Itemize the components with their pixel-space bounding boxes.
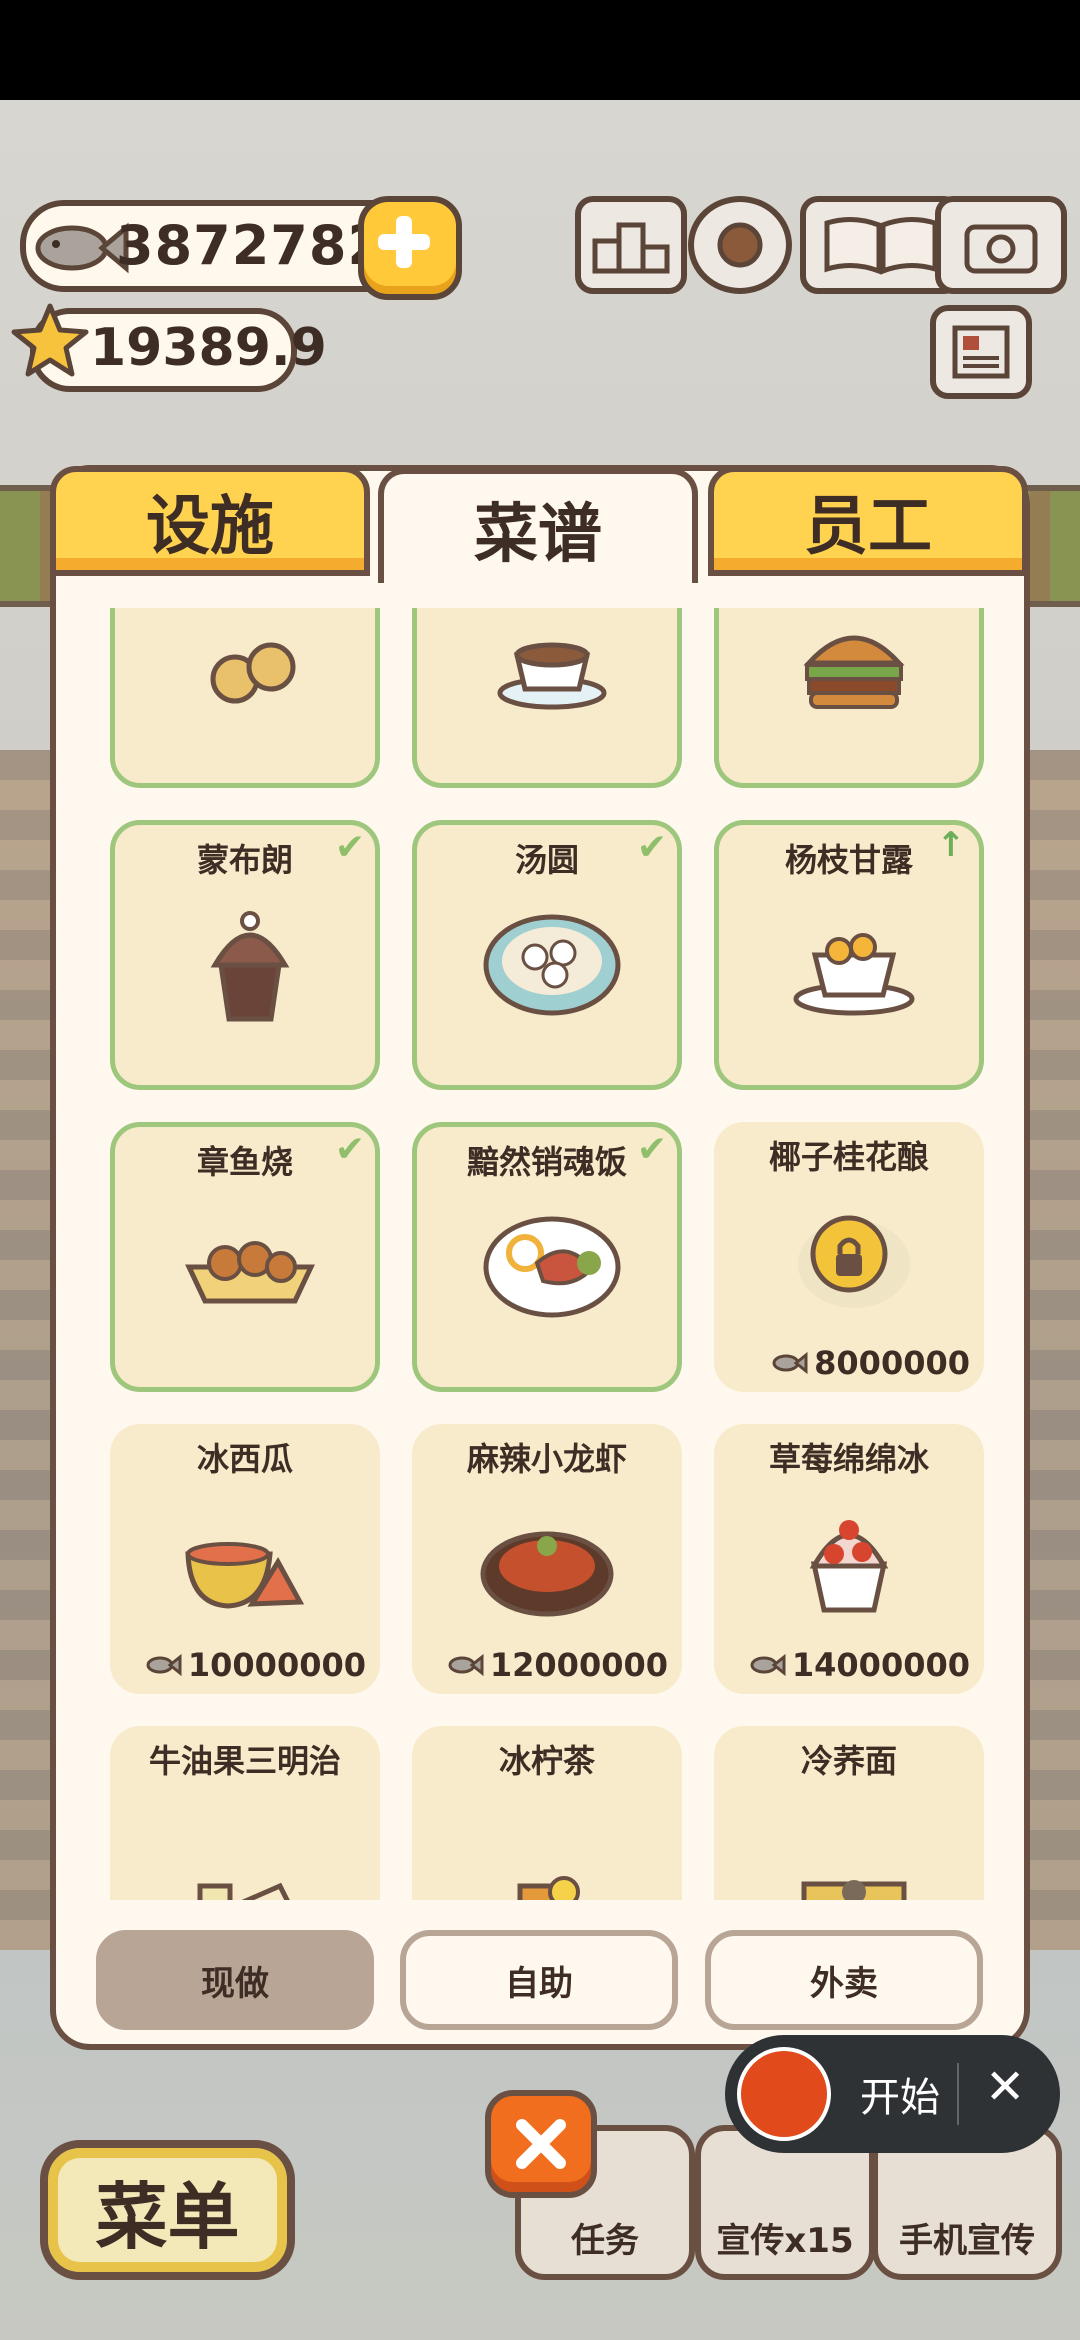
- recipe-card[interactable]: 汤圆 ✔: [412, 820, 682, 1090]
- ranking-button[interactable]: [575, 196, 687, 294]
- recipe-name: 冰西瓜: [196, 1440, 293, 1478]
- menu-button[interactable]: 菜单: [40, 2140, 295, 2280]
- strawberry-ice-icon: [809, 1520, 889, 1613]
- price-value: 12000000: [489, 1646, 668, 1684]
- recipe-card[interactable]: 蒙布朗 ✔: [110, 820, 380, 1090]
- recipe-name: 牛油果三明治: [148, 1742, 341, 1780]
- recipe-card-locked[interactable]: 冰西瓜 10000000: [110, 1424, 380, 1694]
- recipe-name: 草莓绵绵冰: [768, 1440, 929, 1478]
- settings-button[interactable]: [688, 196, 792, 294]
- record-button[interactable]: [737, 2047, 831, 2141]
- upgrade-arrow-icon: ↑: [936, 825, 966, 865]
- fish-amount: 3872782: [116, 214, 387, 277]
- recipe-card-locked[interactable]: 椰子桂花酿 8000000: [714, 1122, 984, 1392]
- tab-staff[interactable]: 员工: [708, 466, 1028, 576]
- recipe-name: 椰子桂花酿: [768, 1138, 929, 1176]
- mode-delivery[interactable]: 外卖: [705, 1930, 983, 2030]
- cookies-icon: [210, 642, 296, 704]
- mont-blanc-icon: [210, 911, 290, 1022]
- recipe-price: 8000000: [770, 1344, 970, 1382]
- close-icon: [516, 2119, 566, 2169]
- close-panel-button[interactable]: [485, 2090, 597, 2198]
- recipe-price: 10000000: [144, 1646, 366, 1684]
- recorder-close-icon[interactable]: ✕: [985, 2059, 1025, 2115]
- ranking-icon: [592, 222, 670, 274]
- recipe-card[interactable]: [714, 608, 984, 788]
- lock-icon: [798, 1215, 910, 1308]
- star-amount: 19389.9: [90, 318, 327, 378]
- recipe-card[interactable]: 杨枝甘露 ↑: [714, 820, 984, 1090]
- owned-check-icon: ✔: [636, 1129, 667, 1170]
- recipe-card[interactable]: [412, 608, 682, 788]
- watermelon-icon: [185, 1542, 305, 1609]
- sandwich-icon: [197, 1882, 290, 1900]
- plus-icon: [378, 216, 430, 268]
- tab-recipes[interactable]: 菜谱: [378, 468, 698, 583]
- add-currency-button[interactable]: [358, 196, 462, 300]
- recipe-card-locked[interactable]: 麻辣小龙虾 12000000: [412, 1424, 682, 1694]
- owned-check-icon: ✔: [636, 827, 667, 868]
- price-value: 14000000: [791, 1646, 970, 1684]
- recipe-price: 12000000: [446, 1646, 668, 1684]
- price-value: 8000000: [814, 1344, 970, 1382]
- screen-recorder-widget: 开始 ✕: [725, 2035, 1060, 2153]
- recipe-card-locked[interactable]: 冰柠茶: [412, 1726, 682, 1900]
- recipe-card-locked[interactable]: 草莓绵绵冰 14000000: [714, 1424, 984, 1694]
- recipe-book-icon: [824, 217, 938, 275]
- burger-icon: [803, 635, 905, 709]
- record-start-label[interactable]: 开始: [860, 2065, 940, 2123]
- owned-check-icon: ✔: [334, 827, 365, 868]
- recipe-name: 冰柠茶: [498, 1742, 595, 1780]
- teacup-icon: [497, 642, 607, 710]
- tab-facilities[interactable]: 设施: [50, 466, 370, 576]
- fish-icon: [448, 1653, 484, 1677]
- cold-noodle-icon: [801, 1880, 907, 1900]
- recipe-card[interactable]: 黯然销魂饭 ✔: [412, 1122, 682, 1392]
- recipe-card[interactable]: 章鱼烧 ✔: [110, 1122, 380, 1392]
- recipe-name: 麻辣小龙虾: [466, 1440, 627, 1478]
- fish-icon: [772, 1351, 808, 1375]
- rice-plate-icon: [483, 1216, 621, 1318]
- newspaper-icon: [952, 325, 1010, 379]
- mango-dessert-icon: [793, 933, 915, 1016]
- mode-self-service[interactable]: 自助: [400, 1930, 678, 2030]
- tangyuan-bowl-icon: [483, 914, 621, 1016]
- recipe-card-locked[interactable]: 冷荞面: [714, 1726, 984, 1900]
- recipe-grid: 蒙布朗 ✔ 汤圆 ✔ 杨枝甘露 ↑ 章鱼烧 ✔ 黯然销魂饭 ✔ 椰子桂花酿 80…: [110, 608, 990, 1900]
- fish-icon: [146, 1653, 182, 1677]
- recipe-price: 14000000: [748, 1646, 970, 1684]
- crayfish-pot-icon: [480, 1531, 614, 1617]
- recipe-card[interactable]: [110, 608, 380, 788]
- price-value: 10000000: [187, 1646, 366, 1684]
- camera-icon: [964, 224, 1038, 274]
- recipe-card-locked[interactable]: 牛油果三明治: [110, 1726, 380, 1900]
- recipe-name: 冷荞面: [800, 1742, 897, 1780]
- owned-check-icon: ✔: [334, 1129, 365, 1170]
- newspaper-button[interactable]: [930, 305, 1032, 399]
- recorder-divider: [957, 2063, 959, 2125]
- mode-made-to-order[interactable]: 现做: [96, 1930, 374, 2030]
- camera-button[interactable]: [935, 196, 1067, 294]
- star-icon: [11, 303, 89, 377]
- fish-icon: [750, 1653, 786, 1677]
- takoyaki-icon: [185, 1241, 315, 1304]
- settings-gear-icon: [717, 222, 763, 268]
- lemon-tea-icon: [517, 1876, 580, 1900]
